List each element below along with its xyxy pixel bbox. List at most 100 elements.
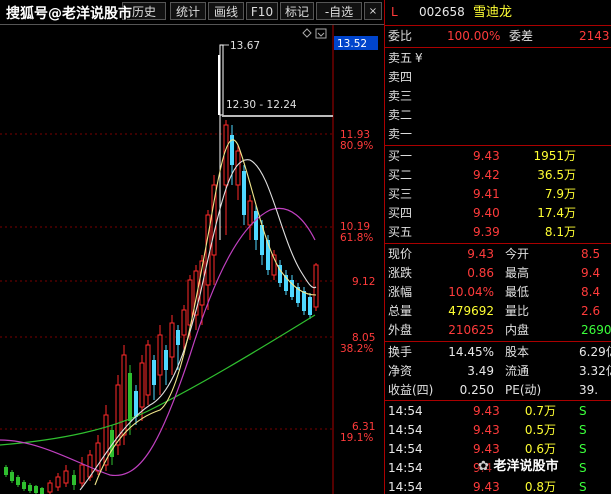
stat-value: 26906 xyxy=(581,323,611,337)
tick-side: S xyxy=(579,442,587,456)
stat-label: 涨幅 xyxy=(388,285,413,299)
stock-code: 002658 xyxy=(419,5,465,19)
fund-value: 6.29亿 xyxy=(579,345,611,359)
candle-body xyxy=(223,124,229,186)
fund-value: 14.45% xyxy=(448,345,494,359)
quote-stat-row: 涨幅 10.04% 最低 8.4 xyxy=(385,283,611,302)
candle-body xyxy=(55,476,61,488)
buy-order-row: 买一 9.43 1951万 xyxy=(385,147,611,166)
candle-body xyxy=(247,200,253,226)
tick-side: S xyxy=(579,480,587,494)
candle-body xyxy=(139,362,145,408)
candle-body xyxy=(134,391,138,417)
draw-line-button[interactable]: 画线 xyxy=(208,2,244,20)
sell-order-row: 卖一 xyxy=(385,125,611,144)
buy-order-row: 买四 9.40 17.4万 xyxy=(385,204,611,223)
buy-volume: 17.4万 xyxy=(537,206,576,220)
buy-level-label: 买三 xyxy=(388,187,413,201)
buy-volume: 8.1万 xyxy=(544,225,576,239)
f10-button[interactable]: F10 xyxy=(246,2,278,20)
tick-side: S xyxy=(579,461,587,475)
stat-value: 0.86 xyxy=(467,266,494,280)
stat-label: 最低 xyxy=(505,285,530,299)
stat-label: 涨跌 xyxy=(388,266,413,280)
stat-value: 210625 xyxy=(448,323,494,337)
buy-volume: 7.9万 xyxy=(544,187,576,201)
chart-toolbar: 历史 统计 画线 F10 标记 -自选 × 搜狐号@老洋说股市 xyxy=(0,0,384,25)
quote-panel: L 002658 雪迪龙 委比 100.00% 委差 2143 卖五 ¥ 卖四 卖三卖… xyxy=(384,0,611,494)
high-annotation: 13.67 xyxy=(230,40,260,52)
wechat-icon: ✿ xyxy=(478,459,489,474)
sell-order-row: 卖五 ¥ xyxy=(385,49,611,68)
stat-value: 9.43 xyxy=(467,247,494,261)
sell-level-label: 卖二 xyxy=(388,108,413,122)
quote-stat-row: 现价 9.43 今开 8.5 xyxy=(385,245,611,264)
pct-label: 80.9% xyxy=(340,140,373,152)
candle-body xyxy=(22,482,26,489)
fundamental-row: 净资 3.49 流通 3.32亿 xyxy=(385,362,611,381)
tick-time: 14:54 xyxy=(388,461,423,475)
fundamental-row: 收益(四) 0.250 PE(动) 39. xyxy=(385,381,611,400)
stat-label: 今开 xyxy=(505,247,530,261)
candle-body xyxy=(254,211,258,240)
tick-price: 9.43 xyxy=(473,404,500,418)
stat-value: 8.5 xyxy=(581,247,601,261)
diff-label: 委差 xyxy=(509,29,534,43)
watermark-top: 搜狐号@老洋说股市 xyxy=(6,6,132,22)
watermark-bottom: ✿ 老洋说股市 xyxy=(478,455,559,474)
kline-svg: 11.93 80.9% 10.19 61.8% 9.12 8.05 38.2% … xyxy=(0,25,378,494)
candle-body xyxy=(302,291,306,311)
price-label: 9.12 xyxy=(352,276,375,288)
tick-price: 9.43 xyxy=(473,480,500,494)
mark-button[interactable]: 标记 xyxy=(280,2,314,20)
sell-level-extra: ¥ xyxy=(415,51,423,65)
buy-price: 9.39 xyxy=(473,225,500,239)
sell-level-label: 卖五 xyxy=(388,51,413,65)
candle-body xyxy=(40,488,44,494)
stats-button[interactable]: 统计 xyxy=(170,2,206,20)
watermark-bottom-text: 老洋说股市 xyxy=(493,459,559,474)
stat-label: 内盘 xyxy=(505,323,530,337)
stat-label: 现价 xyxy=(388,247,413,261)
add-watchlist-button[interactable]: -自选 xyxy=(316,2,362,20)
pct-label: 19.1% xyxy=(340,432,373,444)
tick-time: 14:54 xyxy=(388,423,423,437)
candle-body xyxy=(47,482,53,493)
stat-value: 9.4 xyxy=(581,266,601,280)
candle-body xyxy=(181,309,187,336)
stock-name: 雪迪龙 xyxy=(473,5,513,20)
pct-label: 38.2% xyxy=(340,343,373,355)
fund-label: PE(动) xyxy=(505,383,542,397)
candle-body xyxy=(169,322,175,358)
fund-label: 股本 xyxy=(505,345,530,359)
sell-level-label: 卖一 xyxy=(388,127,413,141)
fundamental-row: 换手 14.45% 股本 6.29亿 xyxy=(385,343,611,362)
quote-stat-row: 外盘 210625 内盘 26906 xyxy=(385,321,611,340)
candle-body xyxy=(16,477,20,485)
candle-body xyxy=(187,279,193,326)
close-icon[interactable]: × xyxy=(364,2,382,20)
candle-body xyxy=(79,464,85,484)
stat-value: 479692 xyxy=(448,304,494,318)
candle-body xyxy=(313,264,319,308)
buy-level-label: 买一 xyxy=(388,149,413,163)
tick-row: 14:54 9.43 0.7万 S xyxy=(385,402,611,421)
candle-body xyxy=(10,472,14,481)
buy-order-row: 买五 9.39 8.1万 xyxy=(385,223,611,242)
sell-order-row: 卖三 xyxy=(385,87,611,106)
candle-body xyxy=(72,475,76,485)
market-label: L xyxy=(391,5,398,19)
current-price-tag-text: 13.52 xyxy=(337,38,367,50)
buy-volume: 1951万 xyxy=(533,149,576,163)
fund-label: 净资 xyxy=(388,364,413,378)
ratio-label: 委比 xyxy=(388,29,413,43)
fund-value: 0.250 xyxy=(459,383,494,397)
tick-volume: 0.7万 xyxy=(524,404,556,418)
fund-value: 3.49 xyxy=(467,364,494,378)
candle-body xyxy=(308,297,312,315)
kline-chart[interactable]: 11.93 80.9% 10.19 61.8% 9.12 8.05 38.2% … xyxy=(0,25,384,494)
buy-price: 9.42 xyxy=(473,168,500,182)
buy-price: 9.43 xyxy=(473,149,500,163)
diff-value: 2143 xyxy=(579,29,610,43)
candle-body xyxy=(176,330,180,345)
